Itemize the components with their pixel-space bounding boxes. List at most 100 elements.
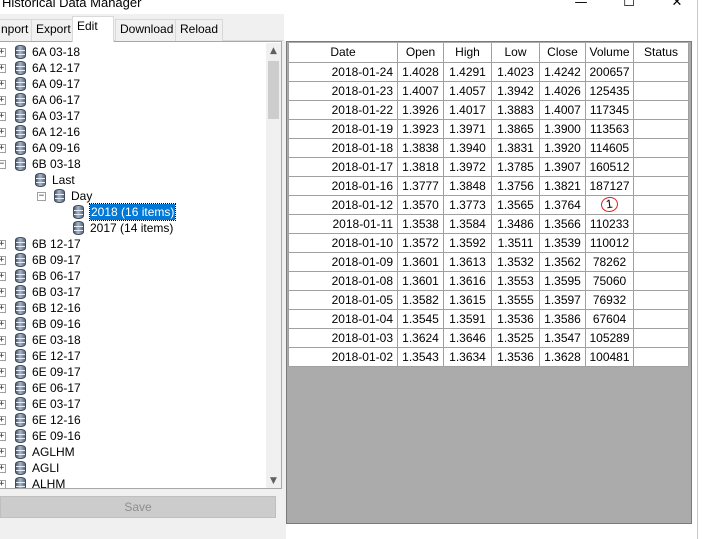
column-header[interactable]: Open: [397, 43, 444, 63]
tree-item[interactable]: + AGLI: [0, 460, 266, 476]
expand-icon[interactable]: +: [0, 112, 6, 121]
grid-cell[interactable]: [633, 346, 689, 367]
grid-cell[interactable]: 75060: [585, 270, 634, 291]
grid-cell[interactable]: 2018-01-02: [288, 346, 398, 367]
grid-cell[interactable]: 187127: [585, 175, 634, 196]
grid-cell[interactable]: 2018-01-08: [288, 270, 398, 291]
expand-icon[interactable]: +: [0, 96, 6, 105]
tab-reload[interactable]: Reload: [175, 19, 224, 41]
tree-item[interactable]: +6E 09-16: [0, 428, 266, 444]
grid-cell[interactable]: 1.3543: [397, 346, 444, 367]
grid-cell[interactable]: 2018-01-05: [288, 289, 398, 310]
collapse-icon[interactable]: −: [37, 192, 46, 201]
grid-cell[interactable]: 1.3972: [443, 156, 492, 177]
grid-cell[interactable]: 1.3486: [491, 213, 540, 234]
column-header[interactable]: Volume: [585, 43, 634, 63]
collapse-icon[interactable]: −: [0, 160, 6, 169]
grid-cell[interactable]: 1.3570: [397, 194, 444, 215]
grid-cell[interactable]: 2018-01-10: [288, 232, 398, 253]
tree-item[interactable]: +6A 06-17: [0, 92, 266, 108]
expand-icon[interactable]: +: [0, 336, 6, 345]
grid-cell[interactable]: 1.3764: [539, 194, 586, 215]
grid-cell[interactable]: 1.3940: [443, 137, 492, 158]
grid-cell[interactable]: 1.3562: [539, 251, 586, 272]
grid-cell[interactable]: [633, 156, 689, 177]
grid-cell[interactable]: 1.3591: [443, 308, 492, 329]
grid-cell[interactable]: 1.3971: [443, 118, 492, 139]
grid-cell[interactable]: [633, 308, 689, 329]
table-row[interactable]: 2018-01-02 1.3543 1.3634 1.3536 1.3628 100481: [288, 346, 689, 367]
grid-cell[interactable]: 125435: [585, 80, 634, 101]
expand-icon[interactable]: +: [0, 304, 6, 313]
grid-cell[interactable]: 1.3646: [443, 327, 492, 348]
grid-cell[interactable]: 1.3555: [491, 289, 540, 310]
expand-icon[interactable]: +: [0, 480, 6, 488]
tree-item[interactable]: + AGLHM: [0, 444, 266, 460]
grid-cell[interactable]: 1.4026: [539, 80, 586, 101]
tab-download[interactable]: Download: [115, 19, 179, 41]
grid-cell[interactable]: 1.3785: [491, 156, 540, 177]
grid-cell[interactable]: 160512: [585, 156, 634, 177]
grid-cell[interactable]: 2018-01-16: [288, 175, 398, 196]
tree-item[interactable]: +6A 03-18: [0, 44, 266, 60]
grid-cell[interactable]: 1.3777: [397, 175, 444, 196]
grid-cell[interactable]: 105289: [585, 327, 634, 348]
grid-cell[interactable]: 1.3582: [397, 289, 444, 310]
tree-item[interactable]: − 6B 03-18: [0, 156, 266, 172]
table-row[interactable]: 2018-01-03 1.3624 1.3646 1.3525 1.3547 105289: [288, 327, 689, 348]
tree-item[interactable]: +6B 09-17: [0, 252, 266, 268]
expand-icon[interactable]: +: [0, 272, 6, 281]
grid-cell[interactable]: 2018-01-19: [288, 118, 398, 139]
grid-cell[interactable]: 1.3586: [539, 308, 586, 329]
grid-cell[interactable]: 1.3597: [539, 289, 586, 310]
grid-cell[interactable]: 1.4057: [443, 80, 492, 101]
grid-cell[interactable]: 76932: [585, 289, 634, 310]
tree-item[interactable]: +6E 12-16: [0, 412, 266, 428]
grid-cell[interactable]: 2018-01-04: [288, 308, 398, 329]
scroll-down-icon[interactable]: ▼: [266, 473, 281, 488]
symbol-tree[interactable]: ▲ ▼ +6A 03-18+6A 12-17+6A 09-17+6A 06-17…: [0, 41, 282, 489]
tree-item[interactable]: +6B 12-16: [0, 300, 266, 316]
expand-icon[interactable]: +: [0, 448, 6, 457]
table-row[interactable]: 2018-01-18 1.3838 1.3940 1.3831 1.3920 114605: [288, 137, 689, 158]
grid-cell[interactable]: 1.3538: [397, 213, 444, 234]
table-row[interactable]: 2018-01-09 1.3601 1.3613 1.3532 1.3562 78262: [288, 251, 689, 272]
grid-cell[interactable]: 1.3773: [443, 194, 492, 215]
grid-cell[interactable]: 1.3584: [443, 213, 492, 234]
close-icon[interactable]: ✕: [654, 0, 700, 14]
grid-cell[interactable]: 1.3926: [397, 99, 444, 120]
grid-cell[interactable]: 1.3907: [539, 156, 586, 177]
expand-icon[interactable]: +: [0, 240, 6, 249]
grid-cell[interactable]: 2018-01-23: [288, 80, 398, 101]
grid-cell[interactable]: 2018-01-09: [288, 251, 398, 272]
grid-cell[interactable]: 100481: [585, 346, 634, 367]
grid-cell[interactable]: [633, 327, 689, 348]
tree-item[interactable]: +6E 03-18: [0, 332, 266, 348]
grid-cell[interactable]: 114605: [585, 137, 634, 158]
grid-cell[interactable]: 1.4017: [443, 99, 492, 120]
grid-cell[interactable]: 78262: [585, 251, 634, 272]
tree-item[interactable]: +6B 09-16: [0, 316, 266, 332]
grid-cell[interactable]: 1.3613: [443, 251, 492, 272]
expand-icon[interactable]: +: [0, 416, 6, 425]
grid-cell[interactable]: 1.3838: [397, 137, 444, 158]
grid-cell[interactable]: 1.3920: [539, 137, 586, 158]
grid-cell[interactable]: 1.4023: [491, 61, 540, 82]
tree-item[interactable]: +6A 12-17: [0, 60, 266, 76]
grid-cell[interactable]: [633, 194, 689, 215]
grid-cell[interactable]: 2018-01-18: [288, 137, 398, 158]
grid-cell[interactable]: 1.3566: [539, 213, 586, 234]
grid-cell[interactable]: 1.3539: [539, 232, 586, 253]
table-row[interactable]: 2018-01-05 1.3582 1.3615 1.3555 1.3597 76932: [288, 289, 689, 310]
grid-cell[interactable]: 1.3942: [491, 80, 540, 101]
grid-cell[interactable]: 1.3525: [491, 327, 540, 348]
grid-cell[interactable]: 1.4028: [397, 61, 444, 82]
tree-item[interactable]: +6E 03-17: [0, 396, 266, 412]
expand-icon[interactable]: +: [0, 384, 6, 393]
expand-icon[interactable]: +: [0, 288, 6, 297]
grid-cell[interactable]: [633, 175, 689, 196]
grid-cell[interactable]: 1.3831: [491, 137, 540, 158]
grid-cell[interactable]: [633, 137, 689, 158]
grid-cell[interactable]: 2018-01-12: [288, 194, 398, 215]
grid-cell[interactable]: 67604: [585, 308, 634, 329]
